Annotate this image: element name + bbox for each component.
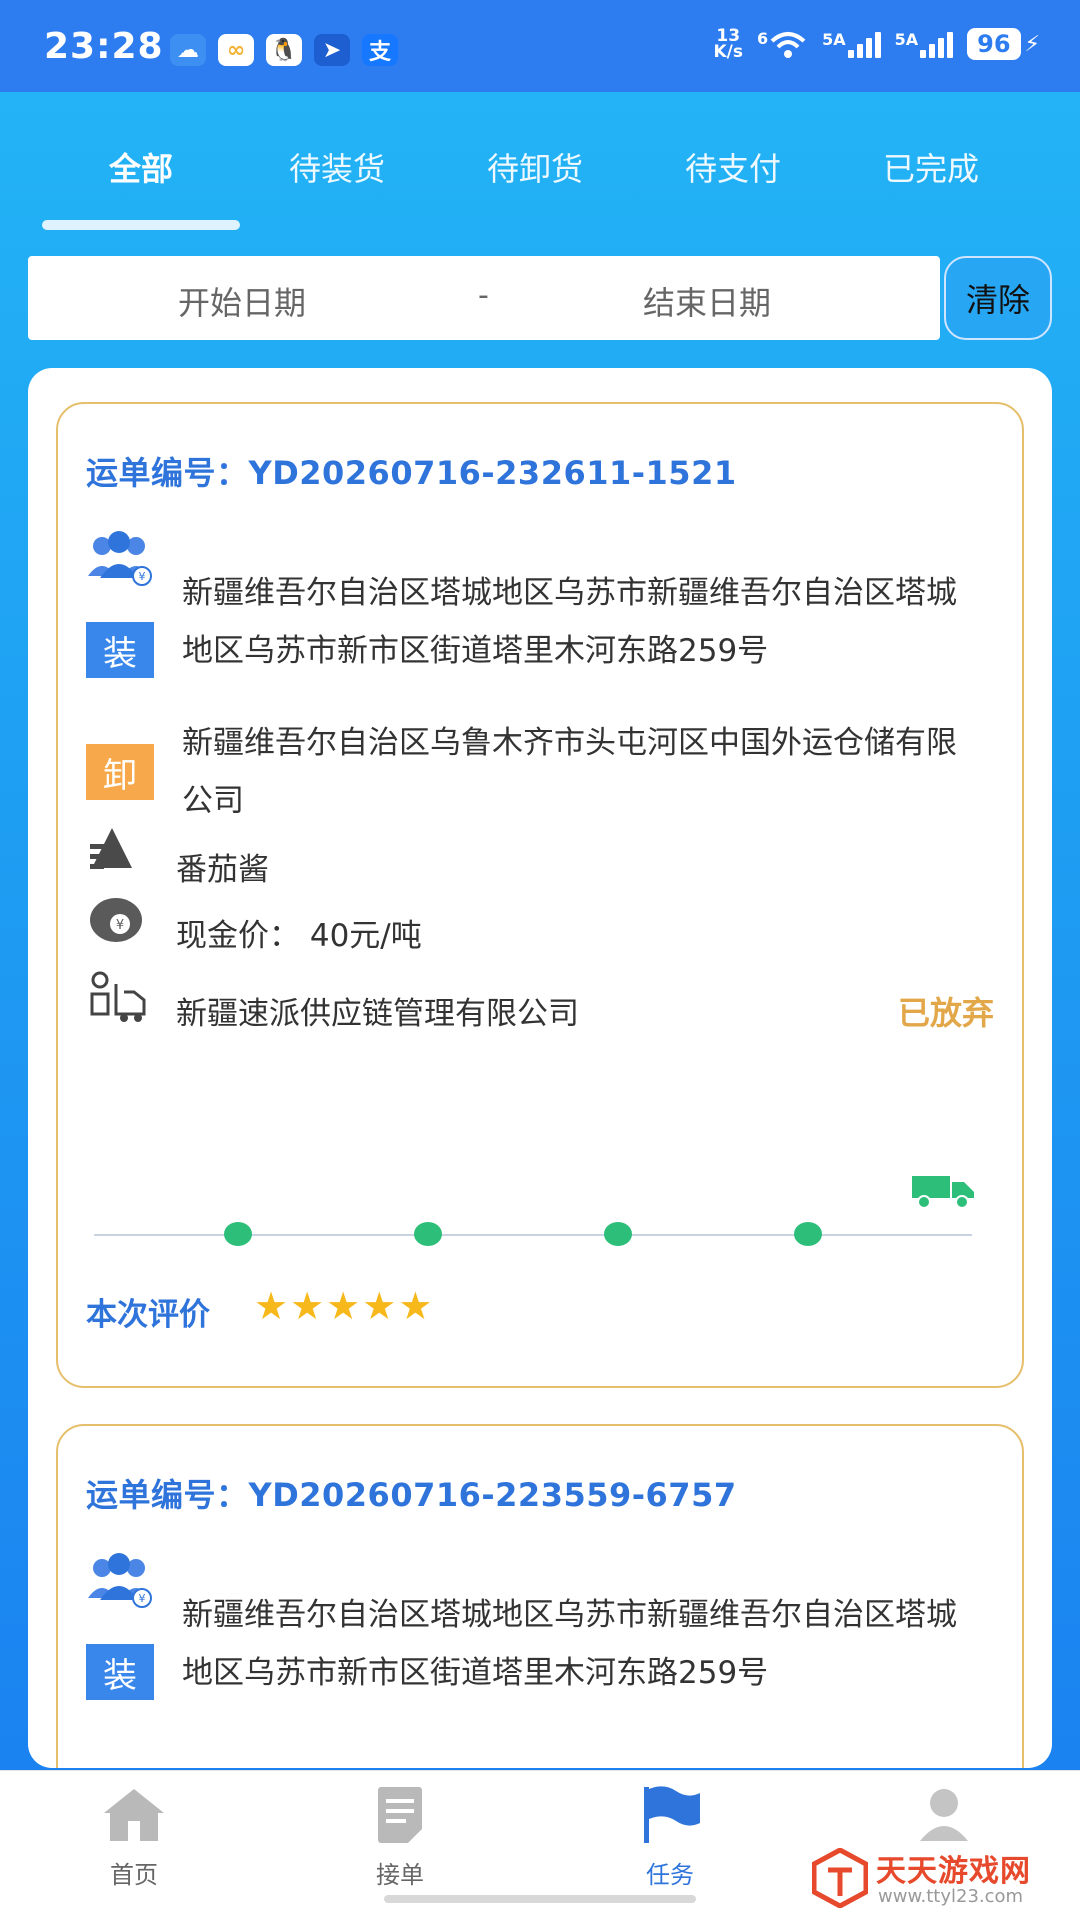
qq-icon: 🐧 xyxy=(266,34,302,66)
status-badge: 已放弃 xyxy=(897,994,994,1032)
waybill-label: 运单编号： xyxy=(86,1476,249,1514)
waybill-value: YD20260716-223559-6757 xyxy=(248,1476,737,1514)
waybill-number: 运单编号：YD20260716-223559-6757 xyxy=(86,1470,737,1516)
status-time: 23:28 xyxy=(44,26,164,67)
progress-step xyxy=(604,1222,632,1246)
load-address: 新疆维吾尔自治区塔城地区乌苏市新疆维吾尔自治区塔城地区乌苏市新市区街道塔里木河东… xyxy=(182,1597,957,1691)
nav-orders[interactable]: 接单 xyxy=(330,1785,470,1890)
signal2-label: 5A xyxy=(894,30,919,49)
status-app-icons: ☁ ∞ 🐧 ➤ 支 xyxy=(170,34,398,66)
flag-icon xyxy=(644,1786,700,1843)
star-rating: ★★★★★ xyxy=(254,1284,434,1328)
status-indicators: 13 K/s 6 5A 5A 96 ⚡ xyxy=(713,28,1040,62)
signal1-label: 5A xyxy=(822,30,846,49)
tab-all[interactable]: 全部 xyxy=(42,144,240,190)
net-speed-unit: K/s xyxy=(713,42,743,62)
waybill-number: 运单编号：YD20260716-232611-1521 xyxy=(86,448,737,494)
svg-text:¥: ¥ xyxy=(116,918,124,933)
star-icon: ★ xyxy=(362,1284,399,1328)
end-date-field[interactable]: 结束日期 xyxy=(643,278,771,324)
star-icon: ★ xyxy=(290,1284,327,1328)
status-bar: 23:28 ☁ ∞ 🐧 ➤ 支 13 K/s 6 5A 5A 96 ⚡ xyxy=(0,0,1080,92)
document-icon xyxy=(378,1787,422,1843)
svg-text:¥: ¥ xyxy=(139,570,146,583)
star-icon: ★ xyxy=(398,1284,435,1328)
price: 现金价： 40元/吨 xyxy=(176,918,422,954)
weather-icon: ☁ xyxy=(170,34,206,66)
shipper-group-icon: ¥ xyxy=(88,531,152,586)
home-icon xyxy=(104,1789,164,1841)
tab-pending-load[interactable]: 待装货 xyxy=(238,144,436,190)
charging-icon: ⚡ xyxy=(1024,31,1040,57)
battery-icon: 96 ⚡ xyxy=(967,28,1040,60)
order-card[interactable]: 运单编号：YD20260716-223559-6757 ¥ 装 新疆维吾尔自治区… xyxy=(56,1424,1024,1768)
order-tabs: 全部 待装货 待卸货 待支付 已完成 xyxy=(0,92,1080,242)
unload-address: 新疆维吾尔自治区乌鲁木齐市头屯河区中国外运仓储有限公司 xyxy=(182,725,957,819)
goods-name: 番茄酱 xyxy=(176,852,269,888)
order-list: 运单编号：YD20260716-232611-1521 ¥ 装 新疆维吾尔自治区… xyxy=(28,368,1052,1768)
svg-text:¥: ¥ xyxy=(139,1592,146,1605)
progress-step xyxy=(414,1222,442,1246)
waybill-value: YD20260716-232611-1521 xyxy=(248,454,737,492)
progress-step xyxy=(794,1222,822,1246)
load-badge: 装 xyxy=(86,1644,154,1700)
wifi-label: 6 xyxy=(756,29,769,48)
star-icon: ★ xyxy=(326,1284,363,1328)
send-icon: ➤ xyxy=(314,34,350,66)
signal-icon-1: 5A xyxy=(822,30,881,58)
watermark-logo-icon xyxy=(812,1848,868,1908)
unload-badge: 卸 xyxy=(86,744,154,800)
user-icon xyxy=(920,1789,968,1841)
nav-home-label: 首页 xyxy=(110,1861,158,1889)
rating-label: 本次评价 xyxy=(86,1297,210,1333)
shipper-group-icon: ¥ xyxy=(88,1553,152,1608)
nav-home[interactable]: 首页 xyxy=(64,1785,204,1890)
star-icon: ★ xyxy=(254,1284,291,1328)
nav-orders-label: 接单 xyxy=(376,1861,424,1889)
nav-tasks[interactable]: 任务 xyxy=(600,1785,740,1890)
tab-active-indicator xyxy=(42,220,240,230)
start-date-field[interactable]: 开始日期 xyxy=(178,278,306,324)
tab-completed[interactable]: 已完成 xyxy=(832,144,1030,190)
load-address: 新疆维吾尔自治区塔城地区乌苏市新疆维吾尔自治区塔城地区乌苏市新市区街道塔里木河东… xyxy=(182,575,957,669)
truck-icon xyxy=(912,1176,974,1209)
order-card[interactable]: 运单编号：YD20260716-232611-1521 ¥ 装 新疆维吾尔自治区… xyxy=(56,402,1024,1388)
alipay-icon: 支 xyxy=(362,34,398,66)
watermark-text: 天天游戏网 xyxy=(876,1854,1031,1889)
date-separator: - xyxy=(478,278,489,313)
progress-step xyxy=(224,1222,252,1246)
battery-level: 96 xyxy=(967,28,1021,60)
tab-pending-payment[interactable]: 待支付 xyxy=(634,144,832,190)
tab-pending-unload[interactable]: 待卸货 xyxy=(436,144,634,190)
wifi-icon: 6 xyxy=(757,29,808,59)
money-bag-icon: ¥ xyxy=(90,898,142,942)
cloud-link-icon: ∞ xyxy=(218,34,254,66)
goods-icon xyxy=(90,828,132,869)
watermark-url: www.ttyl23.com xyxy=(878,1886,1024,1907)
load-badge: 装 xyxy=(86,622,154,678)
date-range-picker: 开始日期 - 结束日期 xyxy=(28,256,940,340)
nav-tasks-label: 任务 xyxy=(646,1861,694,1889)
waybill-label: 运单编号： xyxy=(86,454,249,492)
net-speed: 13 K/s xyxy=(713,28,743,62)
watermark: 天天游戏网 www.ttyl23.com xyxy=(808,1842,1068,1916)
carrier-icon xyxy=(90,971,146,1022)
carrier-company: 新疆速派供应链管理有限公司 xyxy=(176,996,579,1032)
clear-button[interactable]: 清除 xyxy=(944,256,1052,340)
signal-icon-2: 5A xyxy=(895,30,954,58)
home-indicator[interactable] xyxy=(384,1895,696,1903)
